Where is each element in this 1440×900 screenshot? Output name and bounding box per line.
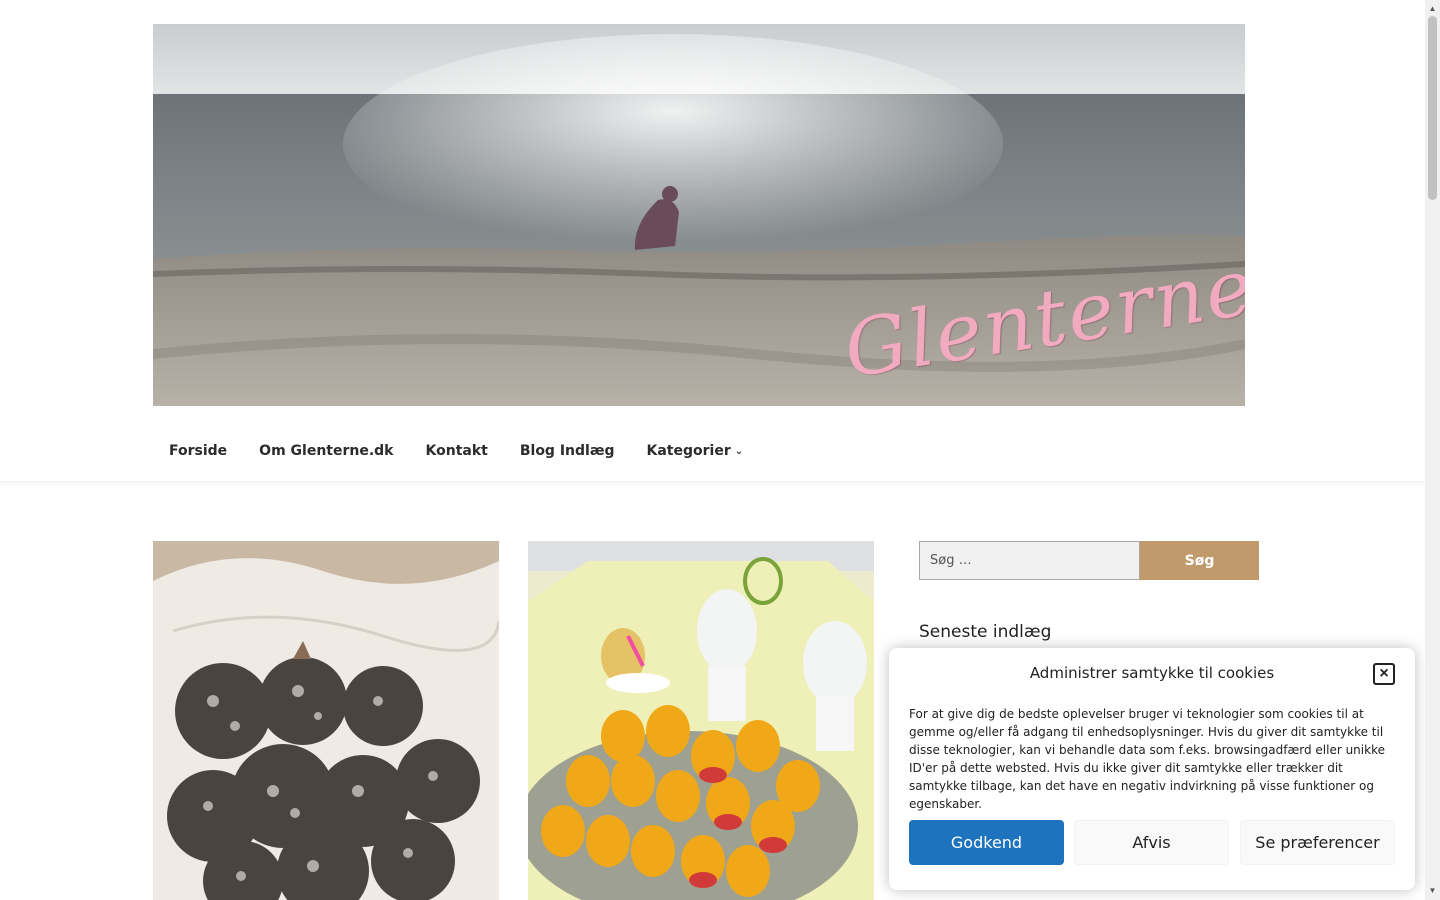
post-card-image-easter-table[interactable] <box>528 541 874 900</box>
nav-item-forside[interactable]: Forside <box>153 443 243 459</box>
cookie-consent-dialog: Administrer samtykke til cookies × For a… <box>889 648 1415 890</box>
nav-item-blog-indlaeg[interactable]: Blog Indlæg <box>504 443 631 459</box>
page-scrollbar[interactable]: ▲ ▼ <box>1425 0 1440 900</box>
nav-item-kategorier[interactable]: Kategorier ⌄ <box>631 443 760 459</box>
scroll-down-arrow-icon[interactable]: ▼ <box>1425 884 1440 898</box>
post-card-image-coconut-balls[interactable] <box>153 541 499 900</box>
scroll-up-arrow-icon[interactable]: ▲ <box>1425 2 1440 16</box>
nav-item-label: Kontakt <box>425 443 488 459</box>
preferences-button[interactable]: Se præferencer <box>1240 820 1395 865</box>
nav-item-kontakt[interactable]: Kontakt <box>410 443 504 459</box>
chevron-down-icon: ⌄ <box>734 445 744 457</box>
nav-item-label: Om Glenterne.dk <box>259 443 394 459</box>
cookie-dialog-title: Administrer samtykke til cookies <box>1029 664 1275 682</box>
accept-button[interactable]: Godkend <box>909 820 1064 865</box>
search-form: Søg <box>919 541 1259 580</box>
main-nav: Forside Om Glenterne.dk Kontakt Blog Ind… <box>153 430 759 472</box>
search-button[interactable]: Søg <box>1140 541 1259 580</box>
nav-item-label: Kategorier <box>646 443 731 459</box>
site-header: Glenterne Forside Om Glenterne.dk Kontak… <box>0 0 1425 481</box>
nav-item-label: Blog Indlæg <box>519 443 615 459</box>
cookie-dialog-text: For at give dig de bedste oplevelser bru… <box>909 707 1385 811</box>
recent-posts-heading: Seneste indlæg <box>919 622 1052 642</box>
header-banner-image[interactable]: Glenterne <box>153 24 1245 406</box>
scrollbar-thumb[interactable] <box>1428 16 1437 200</box>
close-icon[interactable]: × <box>1373 663 1395 685</box>
deny-button[interactable]: Afvis <box>1074 820 1229 865</box>
search-input[interactable] <box>919 541 1140 580</box>
nav-item-om-glenterne[interactable]: Om Glenterne.dk <box>243 443 409 459</box>
nav-item-label: Forside <box>169 443 228 459</box>
